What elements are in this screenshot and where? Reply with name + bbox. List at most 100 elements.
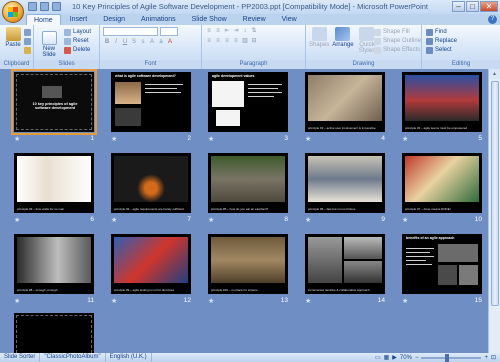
- new-slide-button[interactable]: New Slide: [37, 31, 61, 58]
- maximize-button[interactable]: □: [466, 1, 479, 12]
- shapes-button[interactable]: Shapes: [309, 27, 329, 48]
- zoom-level[interactable]: 70%: [400, 355, 412, 361]
- select-button[interactable]: Select: [426, 46, 457, 54]
- transition-star-icon[interactable]: ★: [14, 297, 20, 305]
- transition-star-icon[interactable]: ★: [14, 135, 20, 143]
- slide-thumbnail-14[interactable]: incremental, iterative & collaborative a…: [305, 234, 385, 294]
- transition-star-icon[interactable]: ★: [402, 216, 408, 224]
- slide-photo: [17, 237, 91, 283]
- transition-star-icon[interactable]: ★: [305, 135, 311, 143]
- transition-star-icon[interactable]: ★: [14, 216, 20, 224]
- slide-thumbnail-13[interactable]: principle #10 – no place for snipers: [208, 234, 288, 294]
- align-left-icon[interactable]: ≡: [205, 37, 213, 45]
- font-name-box[interactable]: [103, 27, 159, 36]
- bullets-icon[interactable]: ≡: [205, 27, 213, 35]
- view-normal-icon[interactable]: ▭: [375, 354, 381, 361]
- shape-outline-button[interactable]: Shape Outline: [374, 37, 421, 45]
- slide-thumbnail-2[interactable]: what is agile software development?: [111, 72, 191, 132]
- transition-star-icon[interactable]: ★: [402, 135, 408, 143]
- slide-thumbnail-16[interactable]: [14, 313, 94, 353]
- char-spacing-button[interactable]: A: [148, 38, 156, 46]
- delete-button[interactable]: Delete: [64, 46, 91, 54]
- paste-button[interactable]: Paste: [3, 27, 23, 48]
- help-button[interactable]: ?: [488, 15, 497, 24]
- zoom-slider-thumb[interactable]: [445, 353, 450, 362]
- scroll-up-icon[interactable]: ▲: [489, 69, 500, 79]
- arrange-button[interactable]: Arrange: [331, 27, 355, 48]
- decrease-indent-icon[interactable]: ⇤: [223, 27, 231, 35]
- slide-thumbnail-6[interactable]: principle #3 – time waits for no man: [14, 153, 94, 213]
- fit-to-window-icon[interactable]: ⊡: [491, 354, 496, 361]
- align-text-icon[interactable]: ⊟: [250, 37, 258, 45]
- tab-review[interactable]: Review: [236, 14, 273, 25]
- slide-thumbnail-5[interactable]: principle #2 – agile teams must be empow…: [402, 72, 482, 132]
- zoom-out-icon[interactable]: −: [415, 355, 419, 361]
- layout-button[interactable]: Layout: [64, 28, 91, 36]
- font-group: B I U S s A a A Font: [100, 25, 202, 69]
- minimize-button[interactable]: –: [452, 1, 465, 12]
- tab-home[interactable]: Home: [26, 14, 61, 25]
- copy-button[interactable]: [24, 37, 31, 45]
- view-slideshow-icon[interactable]: ▶: [392, 354, 397, 361]
- increase-indent-icon[interactable]: ⇥: [232, 27, 240, 35]
- format-painter-button[interactable]: [24, 46, 31, 54]
- shadow-button[interactable]: s: [139, 38, 147, 46]
- shape-effects-button[interactable]: Shape Effects: [374, 46, 421, 54]
- italic-button[interactable]: I: [112, 38, 120, 46]
- transition-star-icon[interactable]: ★: [208, 297, 214, 305]
- cut-button[interactable]: [24, 28, 31, 36]
- slide-thumbnail-8[interactable]: principle #5 – how do you eat an elephan…: [208, 153, 288, 213]
- numbering-icon[interactable]: ≡: [214, 27, 222, 35]
- zoom-slider[interactable]: [421, 353, 482, 362]
- find-button[interactable]: Find: [426, 28, 457, 36]
- columns-icon[interactable]: ▥: [241, 37, 249, 45]
- transition-star-icon[interactable]: ★: [111, 216, 117, 224]
- reset-button[interactable]: Reset: [64, 37, 91, 45]
- text-direction-icon[interactable]: ⇅: [250, 27, 258, 35]
- slide-thumbnail-7[interactable]: principle #4 – agile requirements are ba…: [111, 153, 191, 213]
- font-color-button[interactable]: A: [166, 38, 174, 46]
- justify-icon[interactable]: ≡: [232, 37, 240, 45]
- drawing-group: Shapes Arrange Quick Styles Shape Fill S…: [306, 25, 422, 69]
- transition-star-icon[interactable]: ★: [305, 216, 311, 224]
- slide-thumbnail-10[interactable]: principle #7 – done means DONE!: [402, 153, 482, 213]
- replace-button[interactable]: Replace: [426, 37, 457, 45]
- transition-star-icon[interactable]: ★: [111, 297, 117, 305]
- transition-star-icon[interactable]: ★: [208, 135, 214, 143]
- change-case-button[interactable]: a: [157, 38, 165, 46]
- tab-design[interactable]: Design: [96, 14, 132, 25]
- transition-star-icon[interactable]: ★: [305, 297, 311, 305]
- align-right-icon[interactable]: ≡: [223, 37, 231, 45]
- status-language[interactable]: English (U.K.): [106, 353, 152, 362]
- line-spacing-icon[interactable]: ↕: [241, 27, 249, 35]
- font-size-box[interactable]: [160, 27, 179, 36]
- underline-button[interactable]: U: [121, 38, 129, 46]
- slide-thumbnail-3[interactable]: agile development values: [208, 72, 288, 132]
- scroll-thumb[interactable]: [491, 81, 499, 306]
- tab-view[interactable]: View: [275, 14, 304, 25]
- slide-thumbnail-15[interactable]: benefits of an agile approach: [402, 234, 482, 294]
- transition-star-icon[interactable]: ★: [208, 216, 214, 224]
- shape-fill-button[interactable]: Shape Fill: [374, 28, 421, 36]
- transition-star-icon[interactable]: ★: [402, 297, 408, 305]
- tab-animations[interactable]: Animations: [134, 14, 183, 25]
- office-button[interactable]: [2, 1, 24, 23]
- tab-insert[interactable]: Insert: [63, 14, 95, 25]
- slide-thumbnail-11[interactable]: principle #8 – enough, enough: [14, 234, 94, 294]
- strikethrough-button[interactable]: S: [130, 38, 138, 46]
- align-center-icon[interactable]: ≡: [214, 37, 222, 45]
- zoom-in-icon[interactable]: +: [484, 355, 488, 361]
- slide-thumbnail-12[interactable]: principle #9 – agile testing is not for …: [111, 234, 191, 294]
- view-sorter-icon[interactable]: ▦: [384, 354, 390, 361]
- slide-thumbnail-4[interactable]: principle #1 – active user involvement i…: [305, 72, 385, 132]
- font-grow-shrink[interactable]: [180, 27, 198, 36]
- tab-slide-show[interactable]: Slide Show: [185, 14, 234, 25]
- slide-thumbnail-9[interactable]: principle #6 – fast but not so furious: [305, 153, 385, 213]
- slide-caption: principle #4 – agile requirements are ba…: [114, 207, 185, 211]
- close-button[interactable]: ✕: [480, 1, 498, 12]
- slide-title: benefits of an agile approach: [406, 236, 455, 240]
- slide-thumbnail-1[interactable]: 10 key principles of agile software deve…: [11, 69, 97, 135]
- vertical-scrollbar[interactable]: ▲: [488, 69, 500, 353]
- bold-button[interactable]: B: [103, 38, 111, 46]
- transition-star-icon[interactable]: ★: [111, 135, 117, 143]
